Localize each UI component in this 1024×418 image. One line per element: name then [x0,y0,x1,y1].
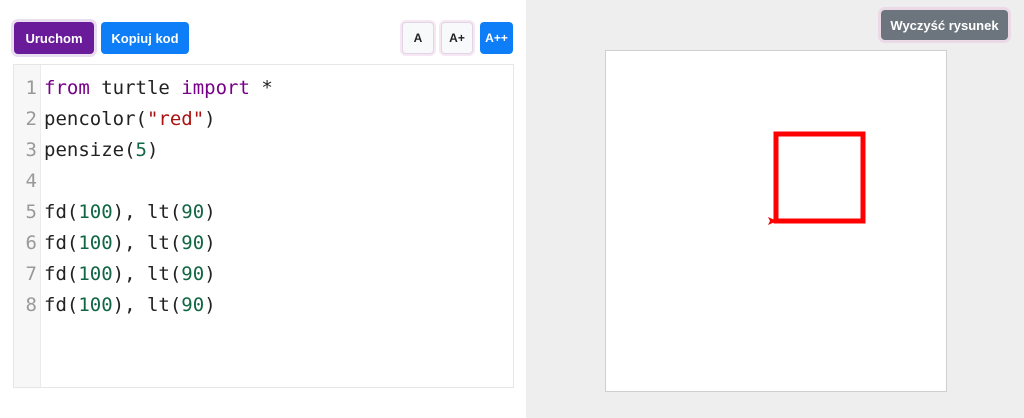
code-token: ), lt( [112,200,182,223]
code-token: pencolor( [44,107,147,130]
code-line: 3 pensize(5) [14,134,513,165]
code-token: fd( [44,200,79,223]
code-token: fd( [44,293,79,316]
line-number: 2 [25,107,37,130]
code-editor[interactable]: 1 from turtle import * 2 pencolor("red") 3 pe… [13,64,514,388]
font-size-small-button[interactable]: A [402,22,434,54]
code-pane: Uruchom Kopiuj kod A A+ A++ 1 from turtle… [0,0,526,418]
code-lines: 1 from turtle import * 2 pencolor("red") 3 pe… [14,72,513,320]
turtle-app: Uruchom Kopiuj kod A A+ A++ 1 from turtle… [0,0,1024,418]
line-number: 4 [25,169,37,192]
code-token: pensize( [44,138,136,161]
code-token: 100 [78,293,113,316]
font-size-large-button[interactable]: A++ [480,22,513,54]
code-token: 90 [181,231,205,254]
code-text: pensize(5) [40,139,158,161]
line-number: 7 [25,262,37,285]
code-token: 5 [135,138,147,161]
code-token: fd( [44,231,79,254]
turtle-drawing [768,131,866,225]
line-number: 5 [25,200,37,223]
code-token: 100 [78,200,113,223]
code-text: fd(100), lt(90) [40,232,216,254]
code-line: 2 pencolor("red") [14,103,513,134]
font-size-medium-button[interactable]: A+ [441,22,473,54]
code-token: ) [204,262,216,285]
code-token: "red" [146,107,205,130]
code-token: ) [204,293,216,316]
run-button[interactable]: Uruchom [14,22,94,54]
code-token: 100 [78,262,113,285]
code-line: 5 fd(100), lt(90) [14,196,513,227]
copy-code-button[interactable]: Kopiuj kod [101,22,189,54]
code-line: 1 from turtle import * [14,72,513,103]
code-token: 90 [181,200,205,223]
code-token: ), lt( [112,293,182,316]
code-line: 6 fd(100), lt(90) [14,227,513,258]
line-number: 3 [25,138,37,161]
code-token: 100 [78,231,113,254]
drawing-pane: Wyczyść rysunek [526,0,1024,418]
drawn-square [773,131,866,224]
turtle-canvas [605,50,947,392]
code-token: 90 [181,262,205,285]
code-text: pencolor("red") [40,108,216,130]
code-token: turtle [89,76,182,99]
line-number: 8 [25,293,37,316]
code-token: import [181,76,250,99]
code-text: fd(100), lt(90) [40,294,216,316]
code-token: ), lt( [112,231,182,254]
code-token: 90 [181,293,205,316]
code-token: ) [204,200,216,223]
code-text: from turtle import * [40,77,273,99]
code-token: fd( [44,262,79,285]
code-token: ) [204,107,216,130]
code-text: fd(100), lt(90) [40,263,216,285]
code-line: 4 [14,165,513,196]
line-number: 1 [25,76,37,99]
line-number: 6 [25,231,37,254]
code-token: * [249,76,273,99]
code-text: fd(100), lt(90) [40,201,216,223]
code-token: ) [146,138,159,161]
code-token: ), lt( [112,262,182,285]
code-line: 7 fd(100), lt(90) [14,258,513,289]
code-line: 8 fd(100), lt(90) [14,289,513,320]
code-token: ) [204,231,216,254]
clear-drawing-button[interactable]: Wyczyść rysunek [881,10,1008,40]
code-token: from [44,76,90,99]
